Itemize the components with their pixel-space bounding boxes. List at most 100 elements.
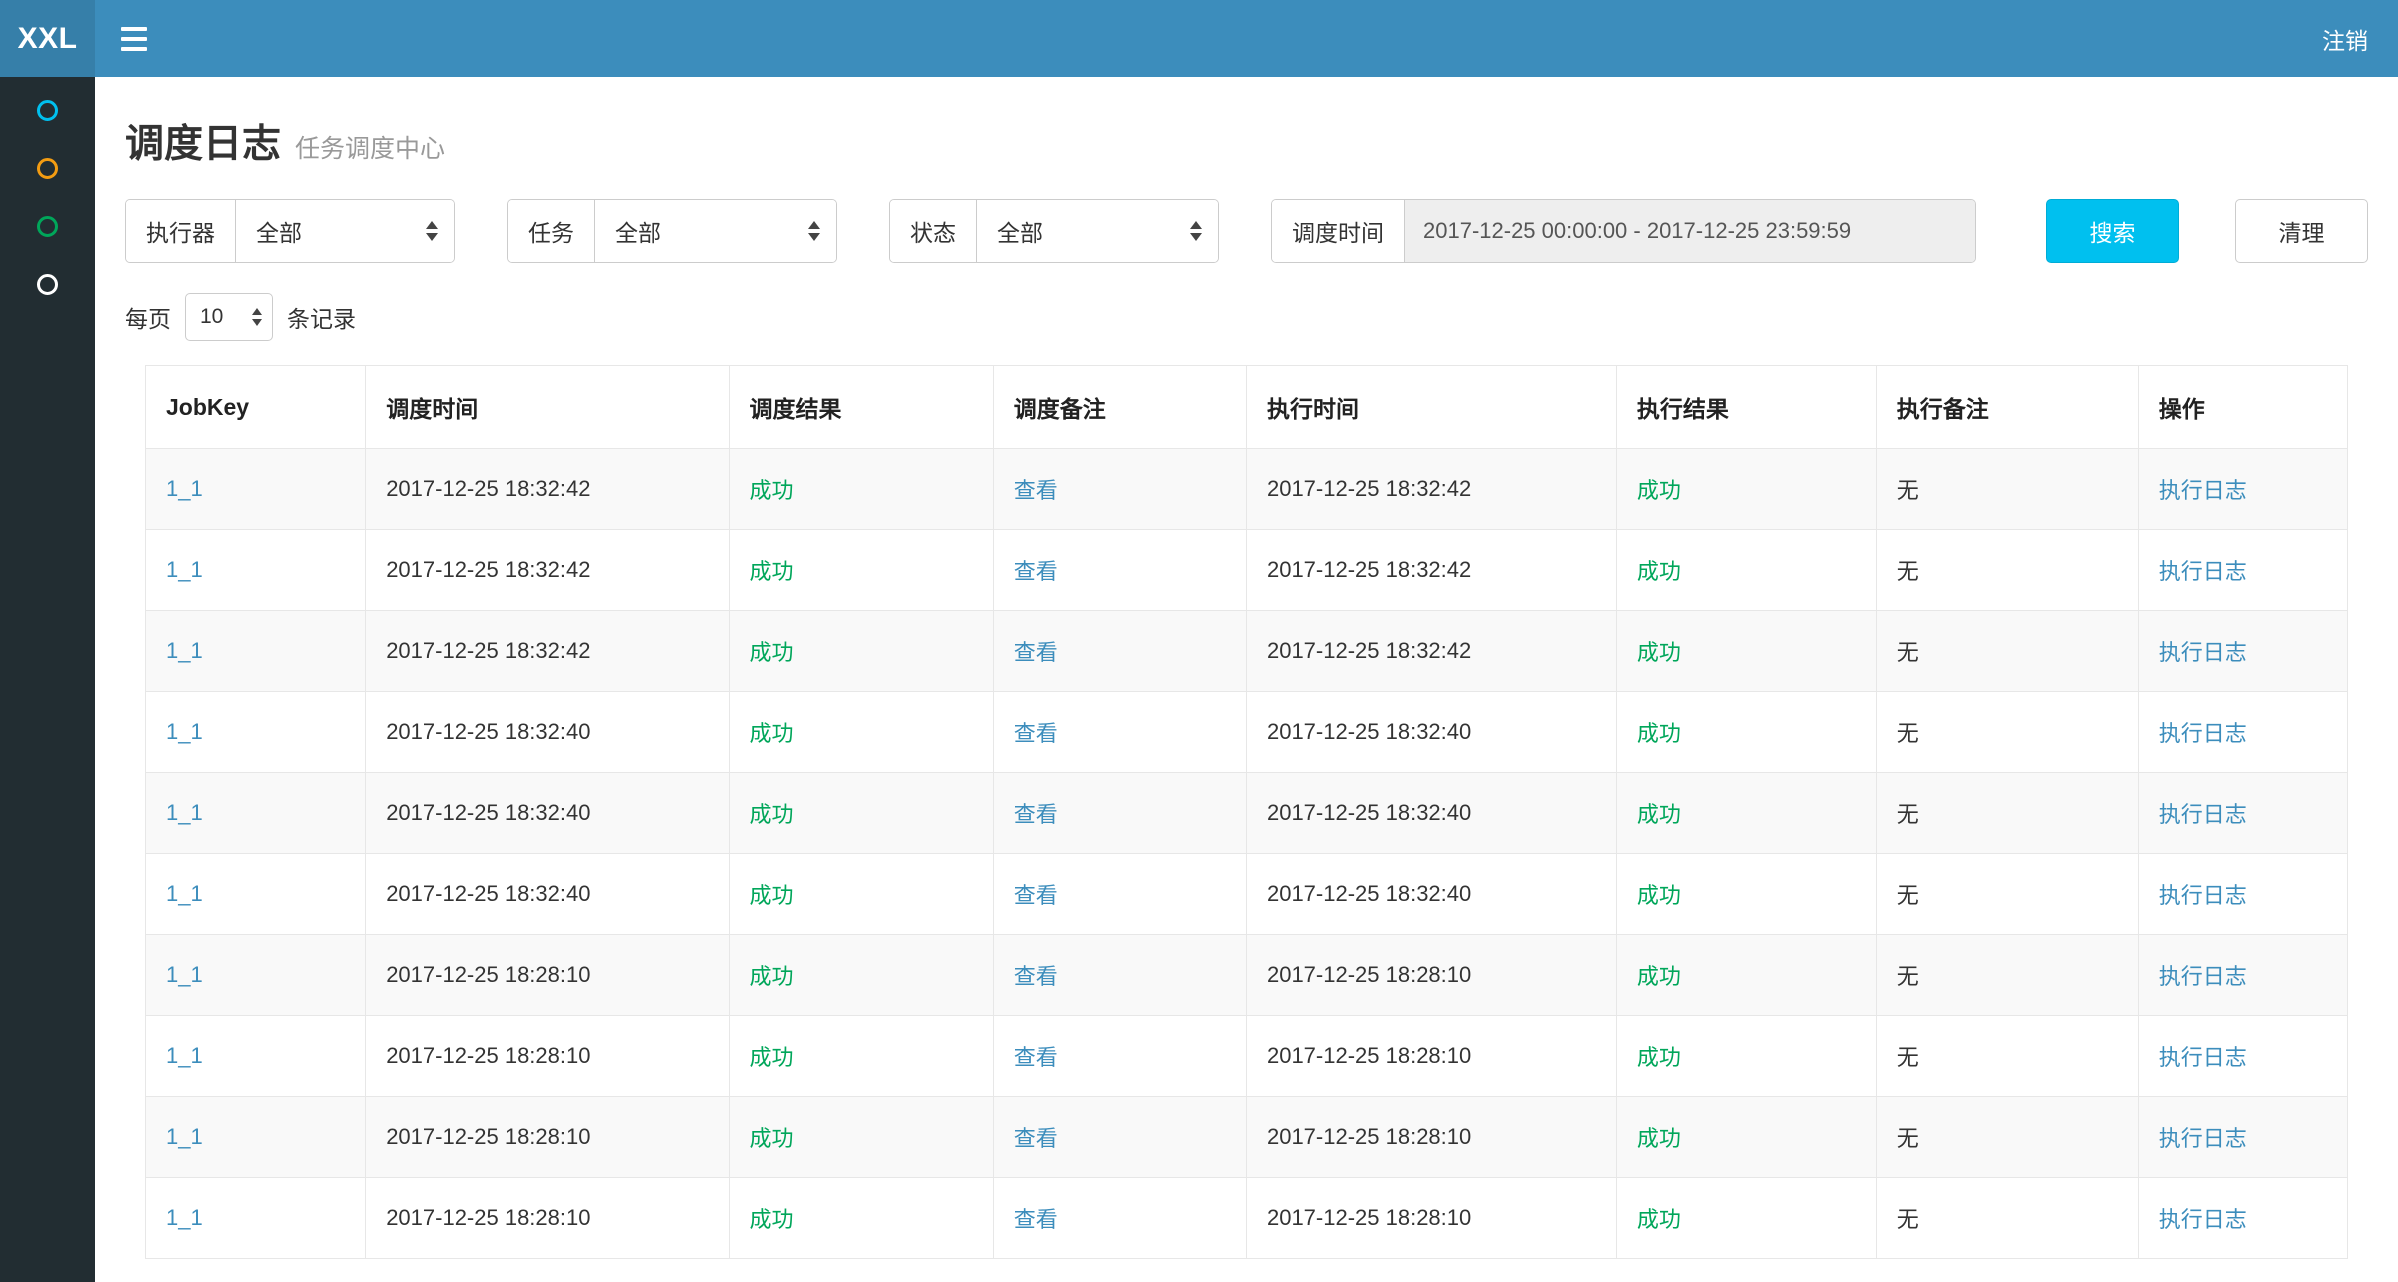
trigger-msg-link-cell: 查看 (993, 1097, 1246, 1178)
execution-log-link-cell: 执行日志 (2138, 530, 2347, 611)
jobkey-link-cell: 1_1 (146, 854, 366, 935)
trigger-result: 成功 (729, 935, 993, 1016)
handle-result: 成功 (1616, 611, 1876, 692)
handle-msg: 无 (1876, 773, 2138, 854)
trigger-time: 2017-12-25 18:28:10 (366, 1097, 729, 1178)
table-row: 1_12017-12-25 18:28:10成功查看2017-12-25 18:… (146, 1178, 2348, 1259)
jobkey-link[interactable]: 1_1 (166, 719, 203, 744)
jobkey-link-cell: 1_1 (146, 611, 366, 692)
execution-log-link[interactable]: 执行日志 (2159, 883, 2247, 908)
sidebar-item[interactable] (0, 81, 95, 139)
table-row: 1_12017-12-25 18:28:10成功查看2017-12-25 18:… (146, 935, 2348, 1016)
table-row: 1_12017-12-25 18:32:40成功查看2017-12-25 18:… (146, 692, 2348, 773)
trigger-result: 成功 (729, 1178, 993, 1259)
executor-selected-value: 全部 (256, 214, 302, 248)
trigger-msg-link-cell: 查看 (993, 692, 1246, 773)
execution-log-link-cell: 执行日志 (2138, 611, 2347, 692)
trigger-msg-link-cell: 查看 (993, 611, 1246, 692)
app-logo[interactable]: XXL (0, 0, 95, 77)
sidebar (0, 77, 95, 1282)
main-content: 调度日志 任务调度中心 执行器 全部 任务 全部 (95, 77, 2398, 1282)
trigger-msg-link[interactable]: 查看 (1014, 559, 1058, 584)
jobkey-link[interactable]: 1_1 (166, 1205, 203, 1230)
trigger-msg-link[interactable]: 查看 (1014, 883, 1058, 908)
trigger-msg-link-cell: 查看 (993, 854, 1246, 935)
trigger-time-filter-group: 调度时间 2017-12-25 00:00:00 - 2017-12-25 23… (1271, 199, 1976, 263)
select-arrows-icon (426, 221, 438, 241)
trigger-msg-link[interactable]: 查看 (1014, 721, 1058, 746)
circle-icon (37, 216, 58, 237)
handle-msg: 无 (1876, 854, 2138, 935)
executor-label: 执行器 (126, 200, 236, 262)
log-table-wrapper: JobKey调度时间调度结果调度备注执行时间执行结果执行备注操作 1_12017… (125, 365, 2368, 1259)
execution-log-link[interactable]: 执行日志 (2159, 1207, 2247, 1232)
jobkey-link[interactable]: 1_1 (166, 476, 203, 501)
sidebar-item[interactable] (0, 139, 95, 197)
table-row: 1_12017-12-25 18:28:10成功查看2017-12-25 18:… (146, 1016, 2348, 1097)
trigger-time: 2017-12-25 18:32:42 (366, 449, 729, 530)
trigger-msg-link[interactable]: 查看 (1014, 964, 1058, 989)
handle-time: 2017-12-25 18:32:42 (1246, 449, 1616, 530)
trigger-msg-link-cell: 查看 (993, 1016, 1246, 1097)
trigger-time: 2017-12-25 18:32:42 (366, 530, 729, 611)
handle-result: 成功 (1616, 1016, 1876, 1097)
trigger-time-range-input[interactable]: 2017-12-25 00:00:00 - 2017-12-25 23:59:5… (1405, 200, 1975, 262)
handle-time: 2017-12-25 18:28:10 (1246, 1016, 1616, 1097)
trigger-time: 2017-12-25 18:32:40 (366, 773, 729, 854)
trigger-msg-link-cell: 查看 (993, 449, 1246, 530)
trigger-msg-link[interactable]: 查看 (1014, 1207, 1058, 1232)
handle-result: 成功 (1616, 854, 1876, 935)
execution-log-link[interactable]: 执行日志 (2159, 1045, 2247, 1070)
logout-link[interactable]: 注销 (2292, 0, 2398, 77)
jobkey-link[interactable]: 1_1 (166, 557, 203, 582)
status-selected-value: 全部 (997, 214, 1043, 248)
status-select[interactable]: 全部 (977, 200, 1218, 262)
table-row: 1_12017-12-25 18:32:42成功查看2017-12-25 18:… (146, 530, 2348, 611)
column-header: JobKey (146, 366, 366, 449)
trigger-msg-link[interactable]: 查看 (1014, 802, 1058, 827)
jobkey-link-cell: 1_1 (146, 935, 366, 1016)
jobkey-link[interactable]: 1_1 (166, 1124, 203, 1149)
execution-log-link[interactable]: 执行日志 (2159, 964, 2247, 989)
trigger-msg-link-cell: 查看 (993, 530, 1246, 611)
job-select[interactable]: 全部 (595, 200, 836, 262)
status-filter-group: 状态 全部 (889, 199, 1219, 263)
sidebar-item[interactable] (0, 197, 95, 255)
execution-log-link[interactable]: 执行日志 (2159, 721, 2247, 746)
trigger-msg-link[interactable]: 查看 (1014, 640, 1058, 665)
select-arrows-icon (1190, 221, 1202, 241)
handle-msg: 无 (1876, 935, 2138, 1016)
execution-log-link[interactable]: 执行日志 (2159, 478, 2247, 503)
table-row: 1_12017-12-25 18:32:42成功查看2017-12-25 18:… (146, 611, 2348, 692)
hamburger-icon (121, 27, 147, 31)
execution-log-link[interactable]: 执行日志 (2159, 802, 2247, 827)
column-header: 调度时间 (366, 366, 729, 449)
execution-log-link-cell: 执行日志 (2138, 773, 2347, 854)
handle-msg: 无 (1876, 1178, 2138, 1259)
clear-button[interactable]: 清理 (2235, 199, 2368, 263)
handle-time: 2017-12-25 18:32:40 (1246, 854, 1616, 935)
jobkey-link[interactable]: 1_1 (166, 962, 203, 987)
trigger-msg-link[interactable]: 查看 (1014, 1045, 1058, 1070)
trigger-msg-link[interactable]: 查看 (1014, 478, 1058, 503)
execution-log-link[interactable]: 执行日志 (2159, 1126, 2247, 1151)
execution-log-link-cell: 执行日志 (2138, 854, 2347, 935)
sidebar-item[interactable] (0, 255, 95, 313)
handle-result: 成功 (1616, 692, 1876, 773)
circle-icon (37, 100, 58, 121)
executor-select[interactable]: 全部 (236, 200, 454, 262)
jobkey-link-cell: 1_1 (146, 530, 366, 611)
jobkey-link-cell: 1_1 (146, 449, 366, 530)
page-size-select[interactable]: 10 (185, 293, 273, 341)
handle-result: 成功 (1616, 1097, 1876, 1178)
jobkey-link[interactable]: 1_1 (166, 881, 203, 906)
search-button[interactable]: 搜索 (2046, 199, 2179, 263)
jobkey-link[interactable]: 1_1 (166, 638, 203, 663)
trigger-result: 成功 (729, 611, 993, 692)
sidebar-toggle-button[interactable] (95, 0, 173, 77)
jobkey-link[interactable]: 1_1 (166, 800, 203, 825)
execution-log-link[interactable]: 执行日志 (2159, 559, 2247, 584)
trigger-msg-link[interactable]: 查看 (1014, 1126, 1058, 1151)
execution-log-link[interactable]: 执行日志 (2159, 640, 2247, 665)
jobkey-link[interactable]: 1_1 (166, 1043, 203, 1068)
